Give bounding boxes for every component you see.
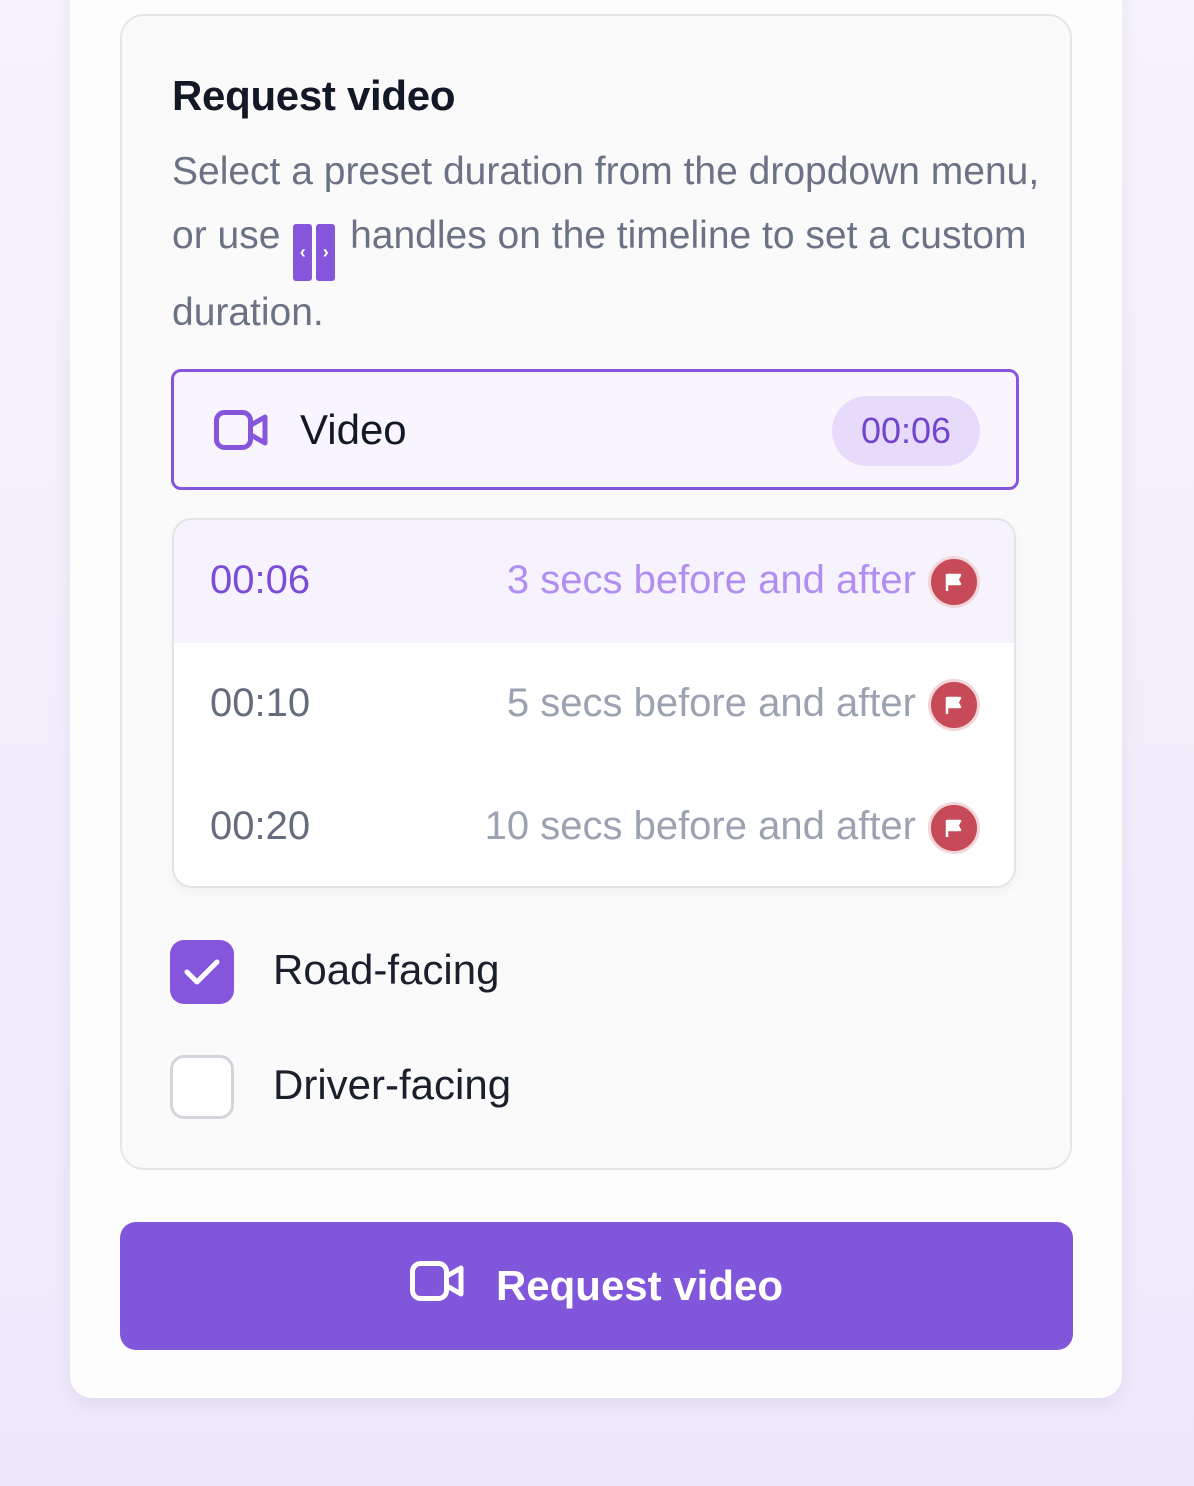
panel-title: Request video [172, 72, 456, 119]
video-camera-icon [409, 1261, 466, 1311]
request-video-button-label: Request video [495, 1262, 784, 1309]
duration-option-00-06[interactable]: 00:06 3 secs before and after [174, 520, 1014, 643]
road-facing-checkbox[interactable] [170, 940, 234, 1004]
flag-icon [928, 802, 980, 854]
duration-option-00-20[interactable]: 00:20 10 secs before and after [174, 766, 1014, 886]
option-time: 00:06 [210, 558, 311, 602]
video-camera-icon [214, 410, 270, 455]
duration-dropdown-menu: 00:06 3 secs before and after 00:10 5 se… [172, 518, 1016, 888]
duration-option-00-10[interactable]: 00:10 5 secs before and after [174, 643, 1014, 766]
handle-left-icon: ‹ [293, 223, 313, 281]
flag-icon [928, 556, 980, 608]
panel-description: Select a preset duration from the dropdo… [172, 140, 1042, 345]
option-description: 5 secs before and after [506, 681, 916, 725]
selected-duration-badge: 00:06 [832, 396, 980, 466]
driver-facing-label: Driver-facing [273, 1061, 512, 1108]
duration-select[interactable]: Video 00:06 [171, 369, 1019, 490]
road-facing-label: Road-facing [273, 946, 500, 993]
option-description: 10 secs before and after [484, 804, 916, 848]
handle-right-icon: › [316, 223, 336, 281]
select-label: Video [300, 406, 407, 453]
driver-facing-checkbox[interactable] [170, 1055, 234, 1119]
option-description: 3 secs before and after [506, 558, 916, 602]
flag-icon [928, 679, 980, 731]
request-video-button[interactable]: Request video [120, 1222, 1073, 1350]
option-time: 00:20 [210, 804, 311, 848]
option-time: 00:10 [210, 681, 311, 725]
timeline-handles-icon: ‹ › [293, 223, 336, 281]
